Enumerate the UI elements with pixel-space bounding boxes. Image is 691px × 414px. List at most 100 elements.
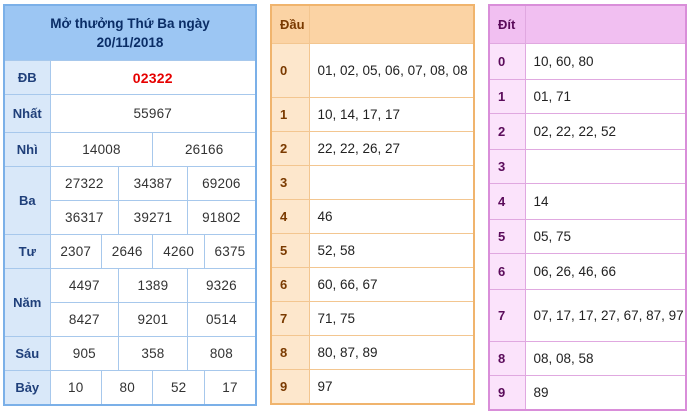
dau-row: 1 10, 14, 17, 17 — [270, 97, 475, 132]
dau-row: 7 71, 75 — [270, 301, 475, 336]
dit-header-blank — [524, 4, 687, 44]
dit-digit: 3 — [488, 149, 526, 184]
dit-values: 10, 60, 80 — [524, 43, 687, 80]
prize-bay-value: 80 — [100, 370, 154, 405]
dau-row: 9 97 — [270, 369, 475, 404]
prize-label-sau: Sáu — [3, 336, 51, 371]
dit-table: Đít 0 10, 60, 80 1 01, 71 2 02, 22, 22, … — [488, 4, 687, 411]
prize-bay-value: 52 — [152, 370, 205, 405]
dit-row: 6 06, 26, 46, 66 — [488, 253, 687, 290]
dit-digit: 4 — [488, 183, 526, 220]
prize-tu-value: 6375 — [203, 234, 257, 269]
dau-values: 52, 58 — [308, 233, 475, 268]
dau-table: Đầu 0 01, 02, 05, 06, 07, 08, 08 1 10, 1… — [270, 4, 475, 405]
dit-row: 0 10, 60, 80 — [488, 43, 687, 80]
prize-row-nam: Năm 4497 1389 9326 — [3, 268, 257, 337]
prize-row-tu: Tư 2307 2646 4260 6375 — [3, 234, 257, 269]
dit-header: Đít — [488, 4, 526, 44]
dau-values: 60, 66, 67 — [308, 267, 475, 302]
dau-row: 8 80, 87, 89 — [270, 335, 475, 370]
prize-row-nhat: Nhất 55967 — [3, 94, 257, 133]
dau-row: 4 46 — [270, 199, 475, 234]
dau-digit: 2 — [270, 131, 310, 166]
prize-label-nam: Năm — [3, 268, 51, 337]
prize-nam-value: 4497 — [49, 268, 120, 303]
dit-row: 1 01, 71 — [488, 79, 687, 114]
prize-sau-value: 808 — [186, 336, 257, 371]
dit-digit: 2 — [488, 113, 526, 150]
dit-digit: 8 — [488, 341, 526, 376]
prize-label-bay: Bảy — [3, 370, 51, 405]
results-title-row: Mở thưởng Thứ Ba ngày 20/11/2018 — [3, 4, 257, 61]
dit-header-row: Đít — [488, 4, 687, 44]
dau-digit: 4 — [270, 199, 310, 234]
prize-nam-value: 8427 — [49, 302, 120, 337]
prize-nhat-value: 55967 — [49, 94, 257, 133]
prize-tu-value: 2646 — [100, 234, 154, 269]
prize-ba-value: 34387 — [118, 166, 188, 201]
prize-row-db: ĐB 02322 — [3, 60, 257, 95]
prize-row-bay: Bảy 10 80 52 17 — [3, 370, 257, 405]
dau-row: 2 22, 22, 26, 27 — [270, 131, 475, 166]
dau-header-blank — [308, 4, 475, 44]
results-title-line1: Mở thưởng Thứ Ba ngày — [50, 16, 210, 31]
prize-ba-value: 27322 — [49, 166, 120, 201]
prize-db-value: 02322 — [49, 60, 257, 95]
dit-values: 01, 71 — [524, 79, 687, 114]
prize-tu-value: 2307 — [49, 234, 102, 269]
dau-row: 6 60, 66, 67 — [270, 267, 475, 302]
dau-values: 71, 75 — [308, 301, 475, 336]
dau-digit: 0 — [270, 43, 310, 98]
dau-values: 22, 22, 26, 27 — [308, 131, 475, 166]
dau-header: Đầu — [270, 4, 310, 44]
prize-label-nhat: Nhất — [3, 94, 51, 133]
dau-values: 46 — [308, 199, 475, 234]
prize-bay-value: 17 — [203, 370, 257, 405]
dit-digit: 1 — [488, 79, 526, 114]
dit-digit: 0 — [488, 43, 526, 80]
dau-digit: 8 — [270, 335, 310, 370]
dit-values: 07, 17, 17, 27, 67, 87, 97 — [524, 289, 687, 342]
dau-digit: 6 — [270, 267, 310, 302]
draw-date: 20/11/2018 — [96, 35, 164, 50]
dit-digit: 5 — [488, 219, 526, 254]
dau-row: 5 52, 58 — [270, 233, 475, 268]
prize-row-sau: Sáu 905 358 808 — [3, 336, 257, 371]
prize-sau-value: 905 — [49, 336, 120, 371]
prize-nhi-value: 26166 — [152, 132, 257, 167]
dit-values — [524, 149, 687, 184]
prize-ba-value: 69206 — [186, 166, 257, 201]
dau-row: 3 — [270, 165, 475, 200]
dau-values: 01, 02, 05, 06, 07, 08, 08 — [308, 43, 475, 98]
dau-values: 10, 14, 17, 17 — [308, 97, 475, 132]
dit-values: 06, 26, 46, 66 — [524, 253, 687, 290]
prize-label-ba: Ba — [3, 166, 51, 235]
dit-values: 14 — [524, 183, 687, 220]
dau-values — [308, 165, 475, 200]
dit-values: 02, 22, 22, 52 — [524, 113, 687, 150]
prize-nhi-value: 14008 — [49, 132, 154, 167]
dit-row: 3 — [488, 149, 687, 184]
dit-row: 8 08, 08, 58 — [488, 341, 687, 376]
prize-ba-value: 36317 — [49, 200, 120, 235]
prize-tu-value: 4260 — [152, 234, 205, 269]
dit-values: 08, 08, 58 — [524, 341, 687, 376]
prize-label-nhi: Nhì — [3, 132, 51, 167]
prize-sau-value: 358 — [118, 336, 188, 371]
prize-nam-value: 0514 — [186, 302, 257, 337]
dau-digit: 3 — [270, 165, 310, 200]
prize-nam-value: 1389 — [118, 268, 188, 303]
dau-digit: 7 — [270, 301, 310, 336]
dau-values: 80, 87, 89 — [308, 335, 475, 370]
dit-values: 89 — [524, 375, 687, 410]
dit-row: 9 89 — [488, 375, 687, 410]
prize-ba-value: 39271 — [118, 200, 188, 235]
prize-bay-value: 10 — [49, 370, 102, 405]
prize-nam-value: 9326 — [186, 268, 257, 303]
prize-label-tu: Tư — [3, 234, 51, 269]
results-table: Mở thưởng Thứ Ba ngày 20/11/2018 ĐB 0232… — [3, 4, 257, 406]
dit-row: 4 14 — [488, 183, 687, 220]
dau-digit: 9 — [270, 369, 310, 404]
dau-digit: 1 — [270, 97, 310, 132]
dit-values: 05, 75 — [524, 219, 687, 254]
